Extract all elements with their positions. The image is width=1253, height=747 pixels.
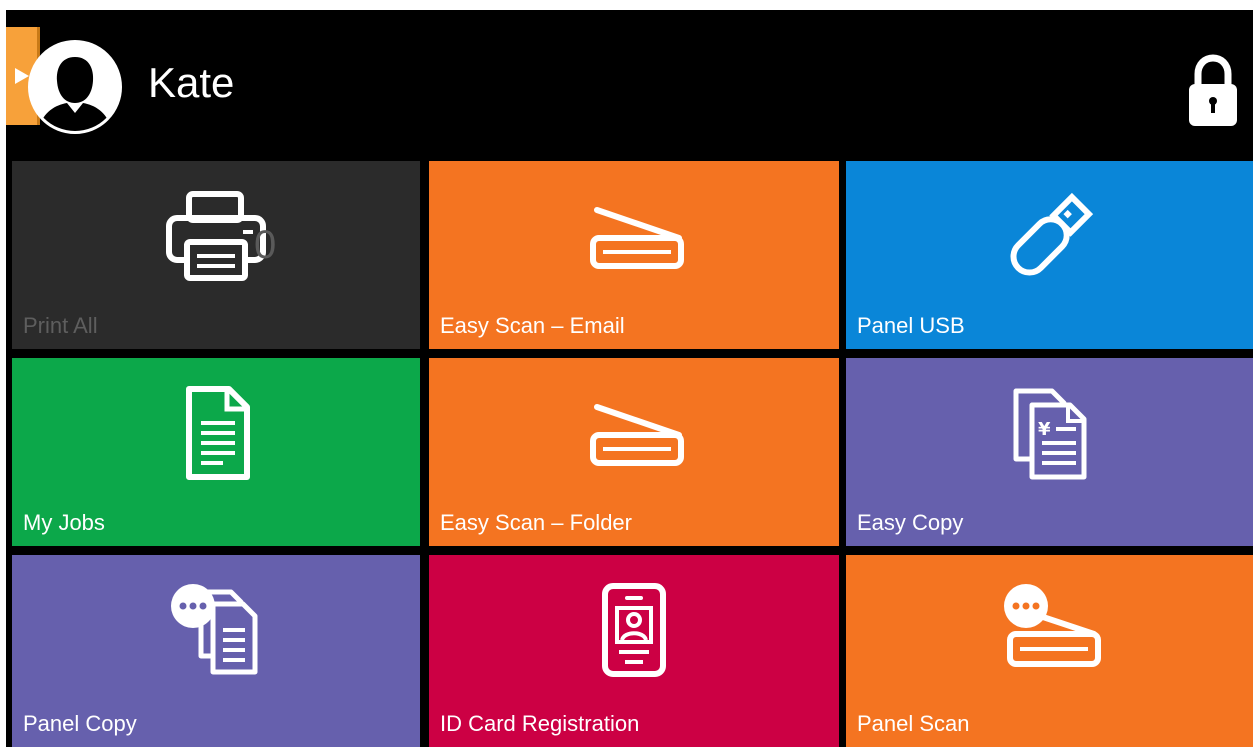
tile-label: Panel Scan [857,711,970,736]
tile-label: Easy Scan – Email [440,313,625,338]
id-card-icon [602,583,666,677]
avatar[interactable] [28,40,122,134]
tile-label: My Jobs [23,510,105,535]
tile-grid: 0 Print All Easy Scan – Email Panel USB … [6,161,1253,747]
print-job-count: 0 [254,223,277,267]
tile-panel-scan[interactable]: Panel Scan [846,555,1253,747]
tile-label: Easy Scan – Folder [440,510,632,535]
svg-text:¥: ¥ [1038,419,1051,440]
tile-label: Panel Copy [23,711,137,736]
document-icon [186,386,250,480]
user-name: Kate [148,59,235,106]
tile-print-all[interactable]: 0 Print All [12,161,420,349]
panel-screen: Kate 0 Print All Easy Scan – Email Panel… [6,10,1253,747]
tile-my-jobs[interactable]: My Jobs [12,358,420,546]
scanner-icon [590,404,684,466]
tile-id-card-registration[interactable]: ID Card Registration [429,555,839,747]
tile-label: Panel USB [857,313,965,338]
tile-easy-scan-email[interactable]: Easy Scan – Email [429,161,839,349]
panel-copy-icon [171,584,258,675]
scanner-icon [590,207,684,269]
usb-drive-icon [1009,192,1093,276]
tile-easy-scan-folder[interactable]: Easy Scan – Folder [429,358,839,546]
tile-panel-copy[interactable]: Panel Copy [12,555,420,747]
tile-label: Print All [23,313,98,338]
tile-label: Easy Copy [857,510,964,535]
user-silhouette-icon [31,43,119,131]
copy-documents-icon: ¥ [1013,388,1086,480]
tile-label: ID Card Registration [440,711,640,736]
tile-easy-copy[interactable]: ¥ Easy Copy [846,358,1253,546]
lock-button[interactable] [1186,54,1240,128]
lock-icon [1189,54,1237,126]
tile-panel-usb[interactable]: Panel USB [846,161,1253,349]
header-bar: Kate [6,10,1253,158]
panel-scan-icon [1003,584,1101,667]
